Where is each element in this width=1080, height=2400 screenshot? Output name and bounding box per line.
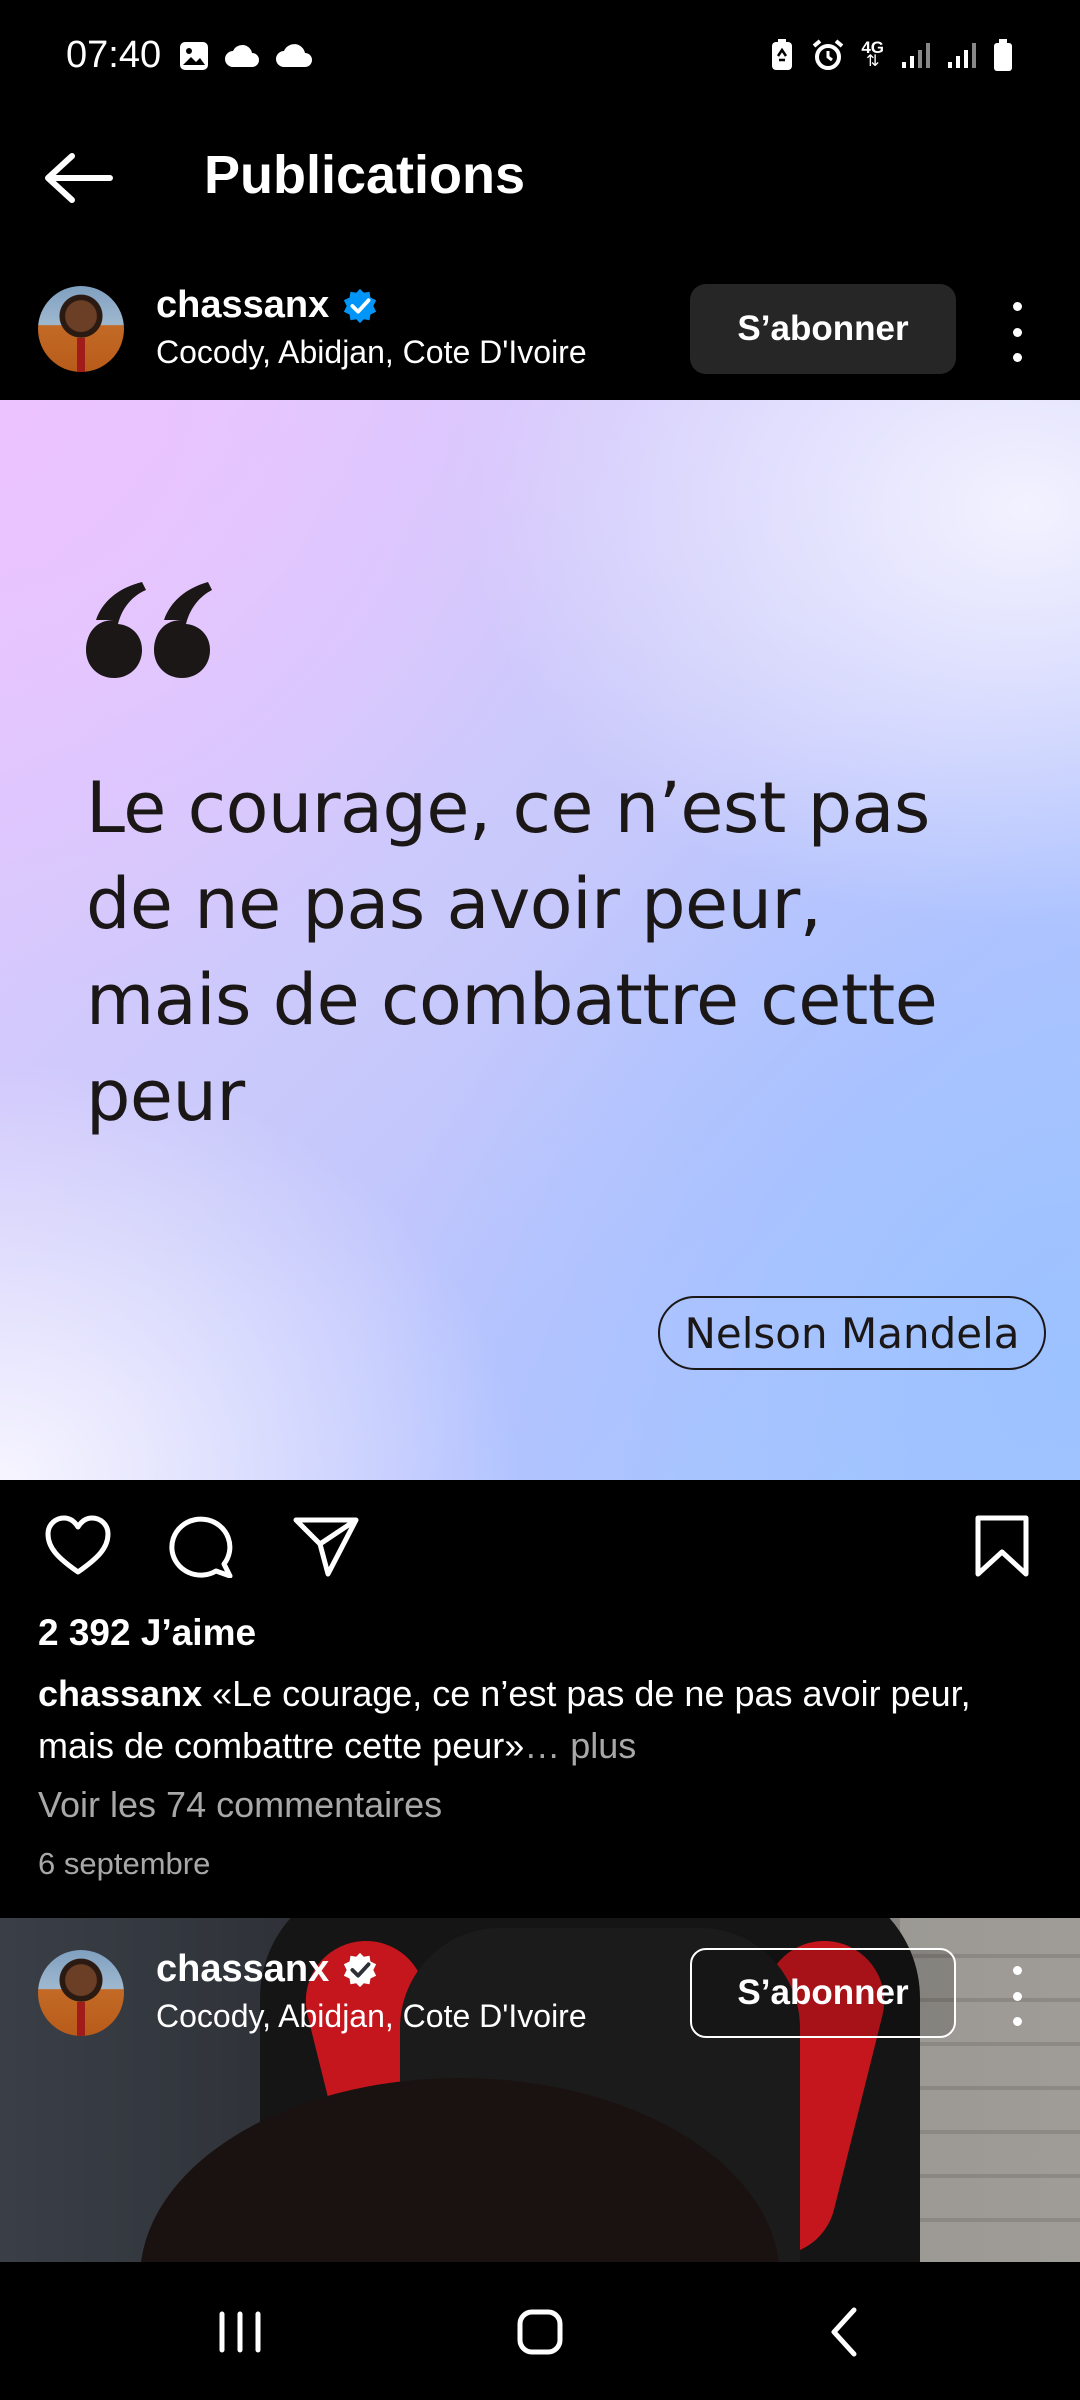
status-left-icons: [178, 40, 314, 72]
comment-icon[interactable]: [168, 1514, 236, 1578]
status-right-icons: 4G ⇅: [769, 38, 1014, 72]
username[interactable]: chassanx: [156, 1948, 329, 1991]
second-post[interactable]: chassanx Cocody, Abidjan, Cote D'Ivoire …: [0, 1918, 1080, 2262]
verified-badge-icon: [344, 1952, 377, 1987]
caption-more-link[interactable]: … plus: [524, 1725, 636, 1766]
more-options-icon[interactable]: [1000, 302, 1034, 362]
signal-icon: [948, 43, 976, 68]
post-date: 6 septembre: [38, 1846, 211, 1881]
post-image[interactable]: Le courage, ce n’est pas de ne pas avoir…: [0, 400, 1080, 1480]
network-4g-icon: 4G ⇅: [861, 38, 884, 70]
system-navigation-bar: [0, 2262, 1080, 2400]
app-bar: Publications: [0, 118, 1080, 236]
post-header: chassanx Cocody, Abidjan, Cote D'Ivoire …: [0, 264, 1080, 400]
status-time: 07:40: [66, 34, 162, 76]
share-icon[interactable]: [292, 1514, 360, 1578]
status-bar: 07:40 4G ⇅: [0, 0, 1080, 118]
follow-button[interactable]: S’abonner: [690, 1948, 956, 2038]
recent-apps-icon[interactable]: [200, 2302, 280, 2362]
quote-mark-icon: [86, 582, 212, 678]
username[interactable]: chassanx: [156, 284, 329, 327]
back-icon[interactable]: [806, 2302, 886, 2362]
caption-username[interactable]: chassanx: [38, 1673, 202, 1714]
gallery-icon: [180, 42, 208, 70]
username-row: chassanx: [156, 284, 379, 327]
cloud-icon: [225, 44, 259, 67]
arrow-left-icon[interactable]: [40, 148, 116, 208]
verified-badge-icon: [344, 288, 377, 323]
quote-text: Le courage, ce n’est pas de ne pas avoir…: [86, 767, 938, 1137]
battery-saver-icon: [772, 39, 793, 70]
post-location[interactable]: Cocody, Abidjan, Cote D'Ivoire: [156, 1998, 587, 2035]
avatar[interactable]: [38, 1950, 124, 2036]
username-row: chassanx: [156, 1948, 379, 1991]
post-location[interactable]: Cocody, Abidjan, Cote D'Ivoire: [156, 334, 587, 371]
avatar[interactable]: [38, 286, 124, 372]
page-title: Publications: [204, 145, 526, 205]
alarm-icon: [813, 39, 844, 70]
heart-icon[interactable]: [44, 1514, 112, 1578]
post-caption[interactable]: chassanx «Le courage, ce n’est pas de ne…: [38, 1668, 1048, 1772]
follow-button[interactable]: S’abonner: [690, 284, 956, 374]
more-options-icon[interactable]: [1000, 1966, 1034, 2026]
post-header: chassanx Cocody, Abidjan, Cote D'Ivoire …: [0, 1918, 1080, 2054]
battery-icon: [994, 39, 1012, 71]
signal-icon: [902, 43, 930, 68]
home-icon[interactable]: [500, 2302, 580, 2362]
view-comments-link[interactable]: Voir les 74 commentaires: [38, 1784, 442, 1826]
post-actions: [0, 1480, 1080, 1608]
bookmark-icon[interactable]: [968, 1514, 1036, 1578]
likes-count[interactable]: 2 392 J’aime: [38, 1612, 256, 1654]
cloud-icon: [276, 44, 312, 67]
quote-author: Nelson Mandela: [658, 1296, 1046, 1370]
